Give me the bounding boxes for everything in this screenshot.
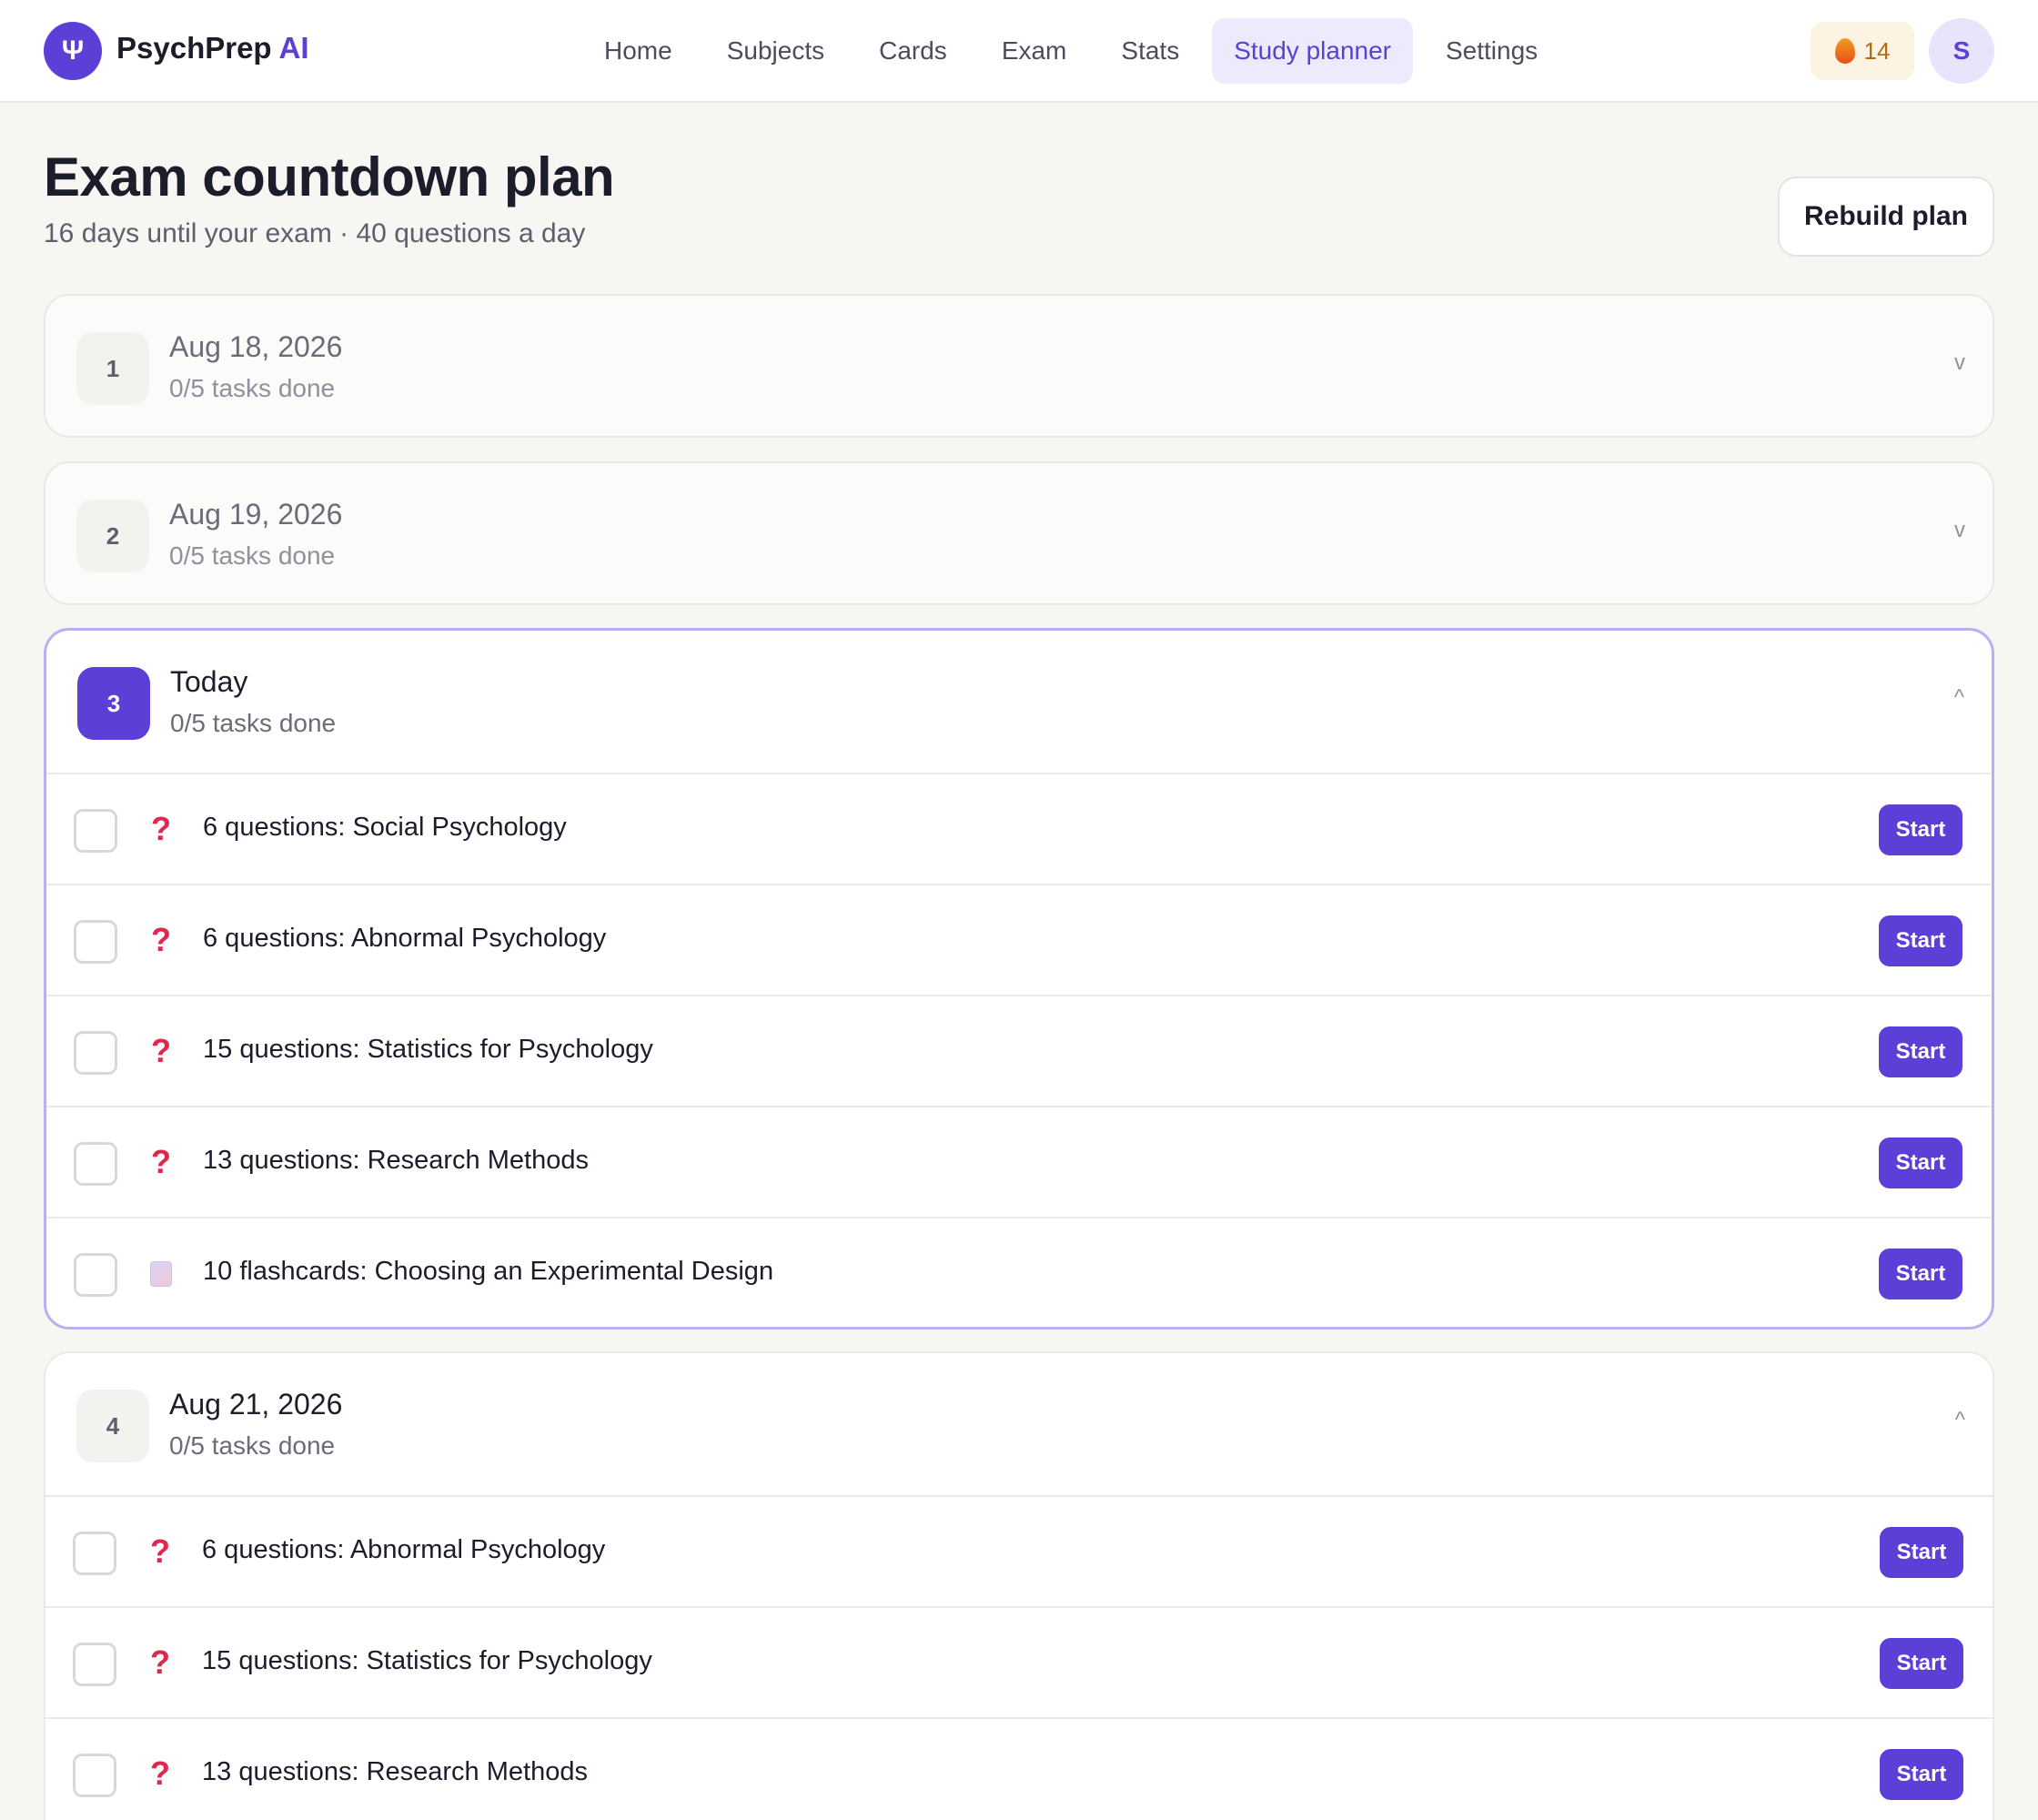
task-checkbox[interactable] (74, 809, 117, 853)
brand-accent-text: AI (278, 31, 309, 65)
day-date: Aug 18, 2026 (169, 330, 343, 363)
nav-item-exam[interactable]: Exam (980, 18, 1089, 84)
day-progress: 0/5 tasks done (170, 709, 337, 737)
task-label: 6 questions: Social Psychology (203, 813, 567, 842)
task-checkbox[interactable] (73, 1532, 116, 1575)
rebuild-plan-button[interactable]: Rebuild plan (1778, 177, 1994, 257)
nav-item-subjects[interactable]: Subjects (705, 18, 846, 84)
flashcard-icon (150, 1261, 172, 1287)
flame-icon (1834, 38, 1855, 64)
day-card-header[interactable]: 3 Today 0/5 tasks done ^ (46, 631, 1992, 773)
task-row: ? 6 questions: Social Psychology Start (46, 773, 1992, 884)
chevron-up-icon[interactable]: ^ (1954, 685, 1964, 711)
start-button[interactable]: Start (1880, 1638, 1963, 1689)
day-date: Today (170, 665, 248, 698)
start-button[interactable]: Start (1880, 1527, 1963, 1578)
day-card-header[interactable]: 4 Aug 21, 2026 0/5 tasks done ^ (45, 1353, 1993, 1495)
streak-badge[interactable]: 14 (1811, 22, 1914, 80)
nav-item-cards[interactable]: Cards (857, 18, 969, 84)
task-label: 10 flashcards: Choosing an Experimental … (203, 1257, 774, 1286)
streak-count: 14 (1863, 36, 1891, 65)
question-mark-icon: ? (151, 1143, 171, 1180)
task-label: 15 questions: Statistics for Psychology (203, 1035, 653, 1064)
day-date: Aug 19, 2026 (169, 498, 343, 531)
day-number: 2 (76, 500, 149, 572)
chevron-down-icon[interactable]: v (1954, 518, 1965, 543)
main-nav: Home Subjects Cards Exam Stats Study pla… (582, 18, 1559, 84)
question-mark-icon: ? (150, 1643, 170, 1681)
start-button[interactable]: Start (1879, 915, 1962, 966)
task-row: 10 flashcards: Choosing an Experimental … (46, 1217, 1992, 1327)
day-card-2: 2 Aug 19, 2026 0/5 tasks done v (44, 461, 1994, 605)
page-subtitle: 16 days until your exam · 40 questions a… (44, 218, 586, 248)
day-date: Aug 21, 2026 (169, 1388, 343, 1421)
day-progress: 0/5 tasks done (169, 374, 336, 402)
task-row: ? 13 questions: Research Methods Start (45, 1717, 1993, 1820)
day-progress: 0/5 tasks done (169, 1431, 336, 1460)
task-row: ? 6 questions: Abnormal Psychology Start (45, 1495, 1993, 1606)
task-row: ? 15 questions: Statistics for Psycholog… (46, 995, 1992, 1106)
brand-name-text: PsychPrep (116, 31, 272, 65)
day-number: 3 (77, 667, 150, 740)
user-avatar[interactable]: S (1929, 18, 1994, 84)
question-mark-icon: ? (151, 810, 171, 847)
task-row: ? 13 questions: Research Methods Start (46, 1106, 1992, 1217)
brand-name[interactable]: PsychPrep AI (116, 31, 309, 66)
task-checkbox[interactable] (74, 1142, 117, 1186)
day-progress: 0/5 tasks done (169, 541, 336, 570)
nav-item-stats[interactable]: Stats (1099, 18, 1201, 84)
day-card-header[interactable]: 2 Aug 19, 2026 0/5 tasks done v (45, 463, 1993, 603)
start-button[interactable]: Start (1879, 1026, 1962, 1077)
day-card-today: 3 Today 0/5 tasks done ^ ? 6 questions: … (44, 628, 1994, 1330)
day-number: 4 (76, 1390, 149, 1462)
top-navigation-bar: Ψ PsychPrep AI Home Subjects Cards Exam … (0, 0, 2038, 103)
question-mark-icon: ? (150, 1754, 170, 1792)
psi-logo-icon[interactable]: Ψ (44, 22, 102, 80)
start-button[interactable]: Start (1879, 1138, 1962, 1188)
task-checkbox[interactable] (74, 920, 117, 964)
question-mark-icon: ? (150, 1532, 170, 1570)
task-label: 6 questions: Abnormal Psychology (203, 924, 607, 953)
question-mark-icon: ? (151, 1032, 171, 1069)
task-row: ? 15 questions: Statistics for Psycholog… (45, 1606, 1993, 1717)
task-checkbox[interactable] (74, 1031, 117, 1075)
chevron-up-icon[interactable]: ^ (1955, 1408, 1965, 1433)
day-card-4: 4 Aug 21, 2026 0/5 tasks done ^ ? 6 ques… (44, 1351, 1994, 1820)
start-button[interactable]: Start (1879, 1249, 1962, 1299)
chevron-down-icon[interactable]: v (1954, 350, 1965, 376)
task-label: 15 questions: Statistics for Psychology (202, 1646, 652, 1675)
start-button[interactable]: Start (1880, 1749, 1963, 1800)
day-card-header[interactable]: 1 Aug 18, 2026 0/5 tasks done v (45, 296, 1993, 436)
nav-item-home[interactable]: Home (582, 18, 694, 84)
question-mark-icon: ? (151, 921, 171, 958)
task-label: 6 questions: Abnormal Psychology (202, 1535, 606, 1564)
task-checkbox[interactable] (74, 1253, 117, 1297)
task-label: 13 questions: Research Methods (202, 1757, 588, 1786)
day-number: 1 (76, 332, 149, 405)
page-title: Exam countdown plan (44, 147, 615, 207)
day-card-1: 1 Aug 18, 2026 0/5 tasks done v (44, 294, 1994, 438)
task-label: 13 questions: Research Methods (203, 1146, 589, 1175)
nav-item-settings[interactable]: Settings (1424, 18, 1559, 84)
nav-item-study-planner[interactable]: Study planner (1212, 18, 1413, 84)
task-checkbox[interactable] (73, 1754, 116, 1797)
start-button[interactable]: Start (1879, 804, 1962, 855)
task-row: ? 6 questions: Abnormal Psychology Start (46, 884, 1992, 995)
task-checkbox[interactable] (73, 1643, 116, 1686)
